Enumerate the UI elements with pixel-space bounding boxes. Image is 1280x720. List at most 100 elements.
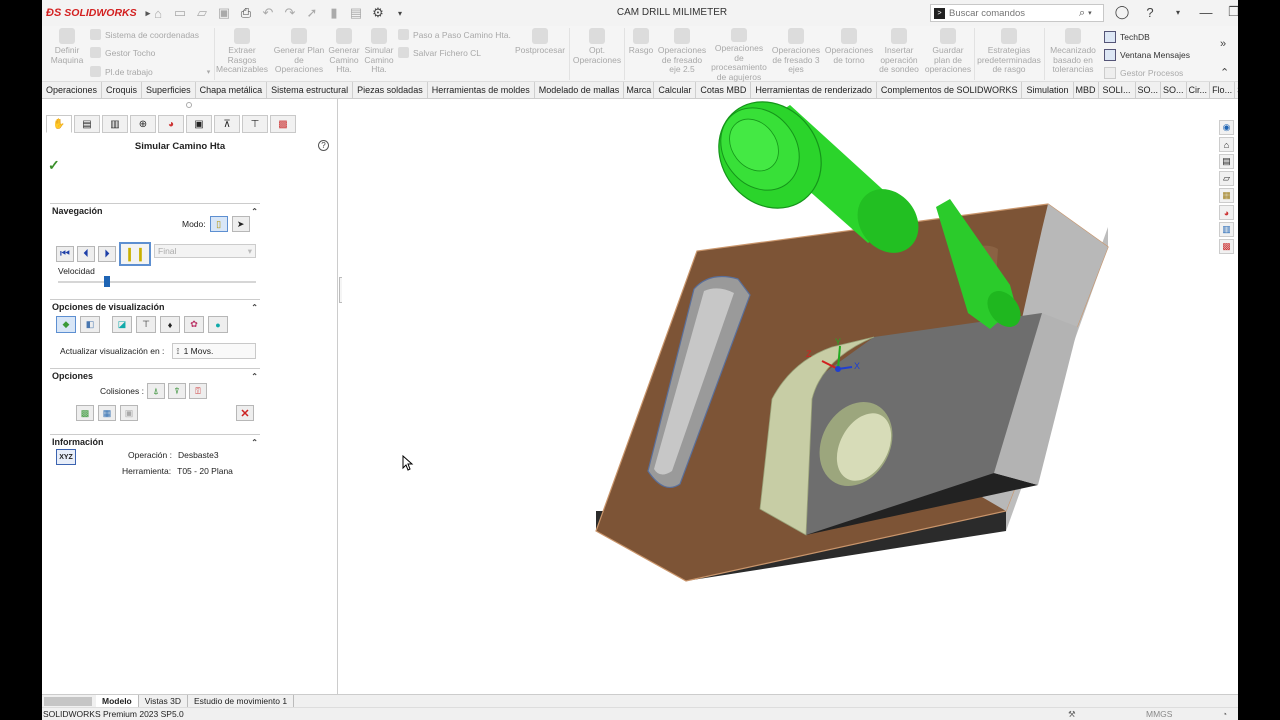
simulate-toolpath-button[interactable]: Simular Camino Hta. [362, 26, 396, 82]
tab-9[interactable]: Calcular [654, 82, 697, 98]
save-cl-file-button[interactable]: Salvar Fichero CL [398, 47, 481, 58]
units-indicator[interactable]: MMGS [1146, 708, 1172, 720]
tab-model[interactable]: Modelo [96, 695, 139, 707]
extract-features-button[interactable]: Extraer Rasgos Mecanizables [216, 26, 268, 82]
coordinate-system-button[interactable]: Sistema de coordenadas [90, 29, 199, 40]
speed-slider-thumb[interactable] [104, 276, 111, 287]
tab-20[interactable]: SO... [1235, 82, 1238, 98]
tab-motion-study[interactable]: Estudio de movimiento 1 [188, 695, 295, 707]
property-manager-tab[interactable]: ▥ [102, 115, 128, 133]
tab-19[interactable]: Flo... [1210, 82, 1236, 98]
rebuild-status-icon[interactable]: ⚒ [1068, 708, 1076, 720]
undo-icon[interactable]: ↶ [260, 5, 276, 21]
tab-10[interactable]: Cotas MBD [696, 82, 752, 98]
design-library-icon[interactable]: ▤ [1219, 154, 1234, 169]
home-tab-icon[interactable]: ⌂ [1219, 137, 1234, 152]
display-manager-tab[interactable]: ◕ [158, 115, 184, 133]
restore-icon[interactable]: ❐ [1226, 4, 1238, 20]
generate-toolpath-button[interactable]: Generar Camino Hta. [328, 26, 360, 82]
post-process-button[interactable]: Postprocesar [514, 26, 566, 82]
tab-16[interactable]: SO... [1136, 82, 1162, 98]
tab-scroller[interactable] [44, 696, 92, 706]
tab-18[interactable]: Cir... [1187, 82, 1211, 98]
collapse-icon[interactable]: ⌃ [251, 438, 258, 447]
status-help-icon[interactable]: ◔ [1222, 708, 1227, 720]
tab-7[interactable]: Modelado de mallas [535, 82, 625, 98]
feature-manager-tab[interactable]: ▤ [74, 115, 100, 133]
search-input[interactable] [949, 7, 1079, 19]
show-fixtures-button[interactable]: ✿ [184, 316, 204, 333]
collapse-icon[interactable]: ⌃ [251, 372, 258, 381]
tab-12[interactable]: Complementos de SOLIDWORKS [877, 82, 1023, 98]
options-dropdown-icon[interactable]: ▾ [392, 5, 408, 21]
tab-14[interactable]: MBD [1074, 82, 1099, 98]
camworks-feature-tree-tab[interactable]: ✋ [46, 115, 72, 133]
save-stock-button[interactable]: ▦ [98, 405, 116, 421]
solidworks-logo[interactable]: ƉS SOLIDWORKS ▸ [42, 7, 150, 19]
milling-3-axis-button[interactable]: Operaciones de fresado 3 ejes [770, 26, 822, 82]
show-toolpath-button[interactable]: ● [208, 316, 228, 333]
turbo-mode-button[interactable]: ➤ [231, 216, 250, 232]
tab-13[interactable]: Simulation [1022, 82, 1074, 98]
home-icon[interactable]: ⌂ [150, 5, 166, 21]
user-account-icon[interactable]: ◯ [1114, 4, 1130, 20]
graphics-viewport[interactable]: X Y Z [342, 99, 1216, 694]
save-snapshot-button[interactable]: ▣ [120, 405, 138, 421]
tolerance-machining-button[interactable]: Mecanizado basado en tolerancias [1046, 26, 1100, 82]
custom-properties-icon[interactable]: ▥ [1219, 222, 1234, 237]
update-display-input[interactable]: ⟟ 1 Movs. [172, 343, 257, 359]
collision-report-button[interactable]: ⍔ [188, 383, 207, 399]
process-manager-button[interactable]: Gestor Procesos [1104, 64, 1214, 82]
file-properties-icon[interactable]: ▤ [348, 5, 364, 21]
camworks-tools-tab[interactable]: ⊤ [242, 115, 268, 133]
workplane-dropdown-icon[interactable]: ▾ [207, 68, 211, 76]
rewind-to-start-button[interactable]: ⏮ [56, 246, 74, 262]
tab-3[interactable]: Chapa metálica [196, 82, 268, 98]
workplane-button[interactable]: Pl.de trabajo ▾ [90, 66, 210, 77]
search-icon[interactable]: ⌕ [1079, 7, 1085, 20]
speed-slider-track[interactable] [58, 281, 256, 283]
milling-2-5-axis-button[interactable]: Operaciones de fresado eje 2.5 [656, 26, 708, 82]
tab-4[interactable]: Sistema estructural [267, 82, 354, 98]
open-icon[interactable]: ▱ [194, 5, 210, 21]
tab-8[interactable]: Marca [624, 82, 655, 98]
help-dropdown-icon[interactable]: ▾ [1170, 4, 1186, 20]
select-icon[interactable]: ➚ [304, 5, 320, 21]
tab-15[interactable]: SOLI... [1099, 82, 1136, 98]
ribbon-collapse-icon[interactable]: ⌃ [1220, 66, 1229, 79]
message-window-button[interactable]: Ventana Mensajes [1104, 46, 1214, 64]
tab-17[interactable]: SO... [1161, 82, 1187, 98]
define-machine-button[interactable]: Definir Maquina [46, 26, 88, 82]
show-stock-button[interactable]: ◆ [56, 316, 76, 333]
camworks-nc-manager-tab[interactable]: ▩ [270, 115, 296, 133]
hole-machining-button[interactable]: Operaciones de procesamiento de agujeros [710, 26, 768, 82]
minimize-icon[interactable]: — [1198, 4, 1214, 20]
compare-stock-button[interactable]: ▩ [76, 405, 94, 421]
show-part-button[interactable]: ◧ [80, 316, 100, 333]
rebuild-icon[interactable]: ▮ [326, 5, 342, 21]
default-feature-strategies-button[interactable]: Estrategias predeterminadas de rasgo [977, 26, 1041, 82]
turning-operations-button[interactable]: Operaciones de torno [824, 26, 874, 82]
save-operation-plan-button[interactable]: Guardar plan de operaciones [924, 26, 972, 82]
generate-operation-plan-button[interactable]: Generar Plan de Operaciones [272, 26, 326, 82]
pause-button[interactable]: ❙❙ [119, 242, 151, 266]
stock-manager-button[interactable]: Gestor Tocho [90, 47, 155, 58]
camworks-toolpath-tree-tab[interactable]: ⊼ [214, 115, 240, 133]
show-holder-button[interactable]: ♦ [160, 316, 180, 333]
collision-stop-button[interactable]: ⍒ [167, 383, 186, 399]
show-tool-button[interactable]: ⊤ [136, 316, 156, 333]
tab-1[interactable]: Croquis [102, 82, 143, 98]
show-target-button[interactable]: ◪ [112, 316, 132, 333]
step-back-button[interactable]: ⏴ [77, 246, 95, 262]
feature-button[interactable]: Rasgo [626, 26, 656, 82]
step-through-toolpath-button[interactable]: Paso a Paso Camino Hta. [398, 29, 511, 40]
panel-grip[interactable] [186, 102, 192, 108]
appearances-icon[interactable]: ◕ [1219, 205, 1234, 220]
tab-0[interactable]: Operaciones [42, 82, 103, 98]
camworks-operation-tree-tab[interactable]: ▣ [186, 115, 212, 133]
techdb-button[interactable]: TechDB [1104, 28, 1214, 46]
tab-5[interactable]: Piezas soldadas [353, 82, 428, 98]
tab-6[interactable]: Herramientas de moldes [428, 82, 535, 98]
tab-3d-views[interactable]: Vistas 3D [139, 695, 188, 707]
configuration-tab[interactable]: ⊕ [130, 115, 156, 133]
